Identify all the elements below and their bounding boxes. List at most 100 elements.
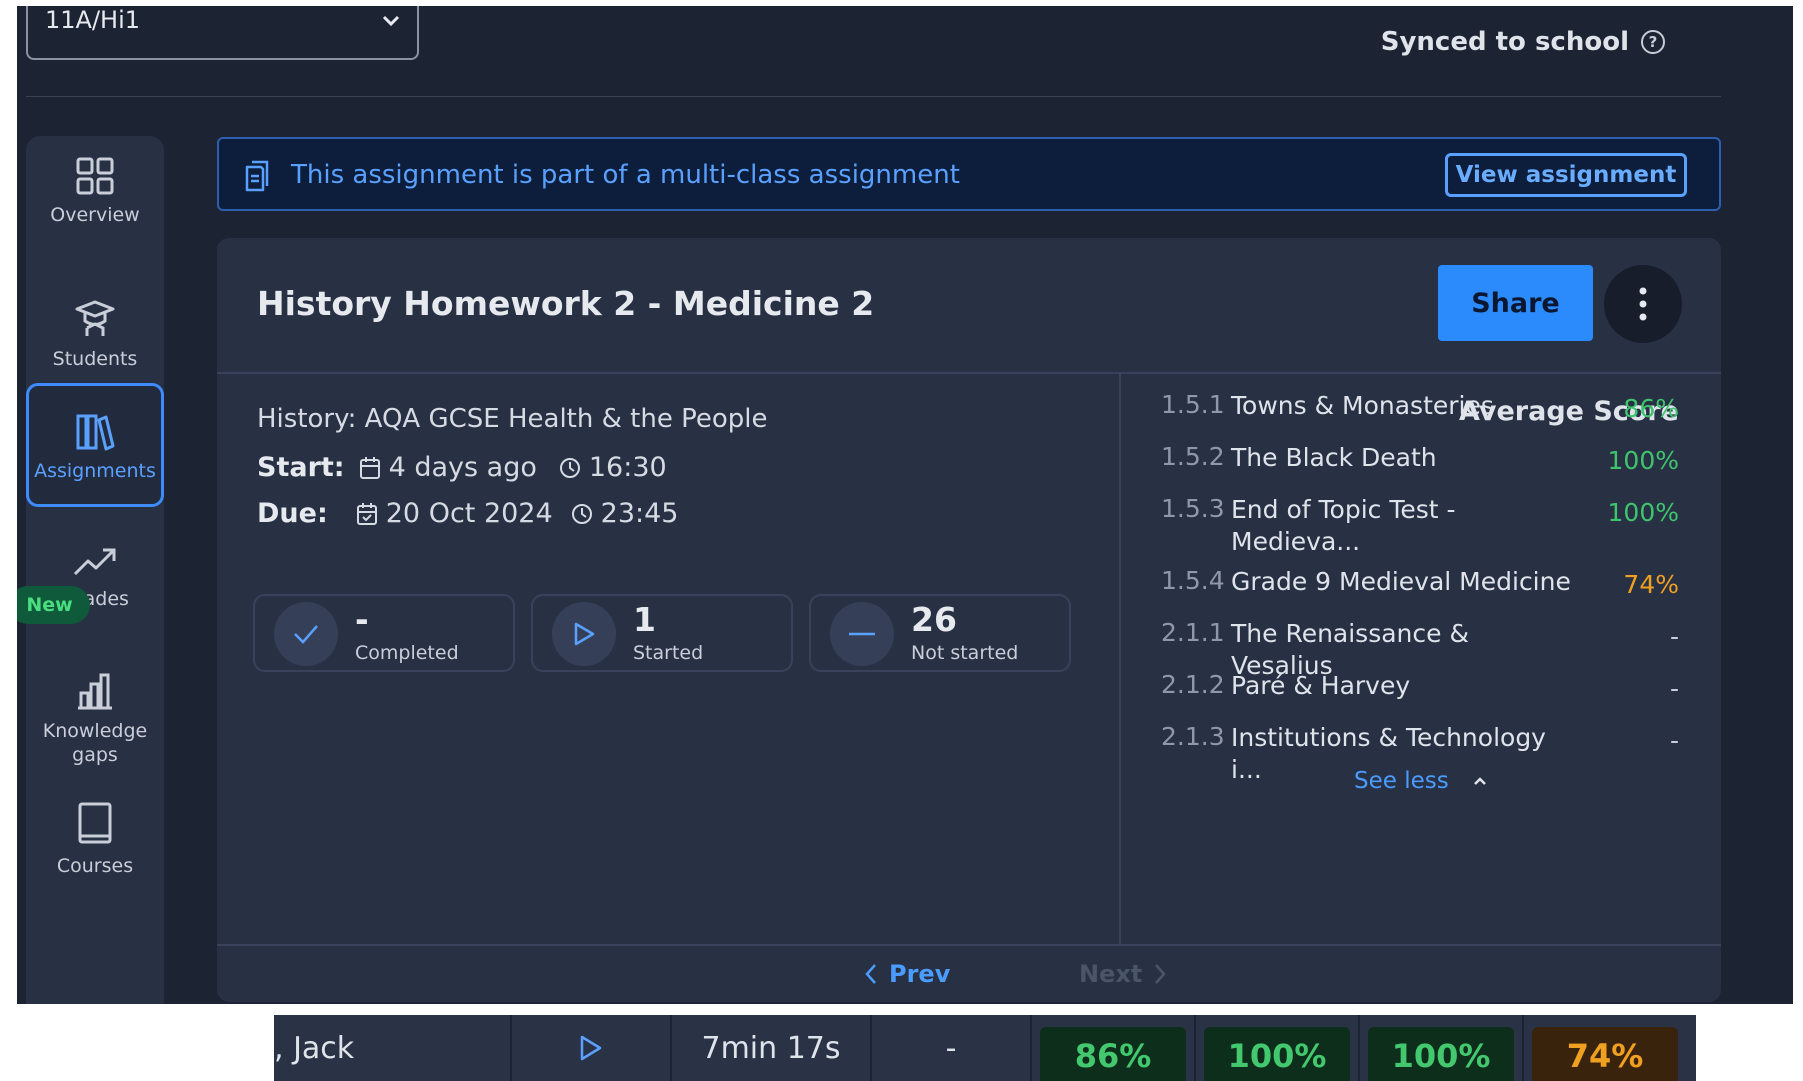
document-icon [245, 160, 269, 192]
more-options-button[interactable] [1604, 265, 1682, 343]
stat-icon-circle [552, 602, 616, 666]
score-pill: 100% [1204, 1027, 1350, 1081]
minus-icon [849, 632, 875, 636]
stat-completed: - Completed [253, 594, 515, 672]
pager: Prev Next [217, 958, 1721, 998]
class-selector-value: 11A/Hi1 [45, 6, 141, 34]
start-label: Start: [257, 452, 345, 483]
next-button[interactable]: Next [1079, 960, 1167, 988]
sidebar: Overview Students Assignments Grades Kno… [26, 136, 164, 1004]
cell-divider [1194, 1015, 1196, 1081]
sidebar-item-courses[interactable]: Courses [26, 801, 164, 911]
calendar-check-icon [356, 502, 377, 525]
play-icon [580, 1035, 602, 1061]
class-selector[interactable]: 11A/Hi1 [26, 6, 419, 60]
sidebar-item-label: Overview [50, 204, 140, 226]
sidebar-item-knowledge-gaps[interactable]: Knowledge gaps [26, 671, 164, 781]
sidebar-item-label: Knowledge gaps [42, 720, 148, 766]
stat-value: 26 [911, 600, 957, 639]
due-label: Due: [257, 498, 328, 529]
due-date: 20 Oct 2024 [385, 498, 553, 529]
sidebar-item-label: Assignments [34, 460, 156, 482]
grid-icon [76, 157, 114, 195]
time-cell: 7min 17s [672, 1015, 870, 1081]
course-name: History: AQA GCSE Health & the People [257, 404, 768, 434]
score-pill: 74% [1532, 1027, 1678, 1081]
see-less-link[interactable]: See less [1354, 768, 1487, 794]
start-date: 4 days ago [388, 452, 537, 483]
chevron-right-icon [1155, 964, 1167, 984]
completed-value: - [945, 1030, 957, 1066]
sync-status: Synced to school ? [1381, 27, 1665, 57]
cell-divider [1030, 1015, 1032, 1081]
banner-text: This assignment is part of a multi-class… [291, 160, 960, 190]
cell-divider [1522, 1015, 1524, 1081]
multi-class-banner: This assignment is part of a multi-class… [217, 137, 1721, 211]
column-divider [1119, 374, 1121, 944]
topic-name: Towns & Monasteries [1231, 391, 1494, 420]
share-button[interactable]: Share [1438, 265, 1593, 341]
new-badge: New [17, 586, 90, 624]
cell-divider [1358, 1015, 1360, 1081]
topic-code: 1.5.1 [1161, 390, 1225, 419]
bar-chart-icon [78, 673, 112, 710]
assignment-card: History Homework 2 - Medicine 2 Share Hi… [217, 238, 1721, 1002]
stat-caption: Not started [911, 642, 1019, 664]
student-name-cell: , Jack [274, 1015, 510, 1081]
topic-code: 1.5.4 [1161, 566, 1225, 595]
start-line: Start: 4 days ago 16:30 [257, 452, 667, 483]
status-cell [512, 1015, 670, 1081]
sidebar-item-overview[interactable]: Overview [26, 156, 164, 266]
synced-label: Synced to school [1380, 27, 1629, 57]
topic-score: 100% [1607, 498, 1679, 527]
sidebar-item-label: Courses [56, 855, 134, 877]
topic-code: 2.1.3 [1161, 722, 1225, 751]
topic-name: End of Topic Test - Medieva... [1231, 495, 1456, 556]
score-pill: 100% [1368, 1027, 1514, 1081]
kebab-menu-icon [1639, 287, 1647, 321]
stat-value: 1 [633, 600, 656, 639]
topic-name: The Black Death [1231, 443, 1437, 472]
chevron-left-icon [865, 964, 876, 984]
stat-not-started: 26 Not started [809, 594, 1071, 672]
assignment-title: History Homework 2 - Medicine 2 [257, 284, 875, 323]
footer-divider [217, 944, 1721, 946]
stat-value: - [355, 600, 369, 639]
clock-icon [559, 457, 580, 478]
topic-code: 1.5.2 [1161, 442, 1225, 471]
stat-icon-circle [274, 602, 338, 666]
due-line: Due: 20 Oct 2024 23:45 [257, 498, 678, 529]
help-icon[interactable]: ? [1641, 30, 1665, 54]
stat-caption: Started [633, 642, 704, 664]
chevron-down-icon [382, 15, 400, 27]
prev-label: Prev [889, 960, 951, 988]
topic-name: Paré & Harvey [1231, 671, 1411, 700]
chevron-up-icon [1473, 777, 1486, 785]
top-divider [26, 96, 1721, 97]
topic-name: Grade 9 Medieval Medicine [1231, 567, 1571, 596]
play-icon [574, 622, 595, 646]
due-time: 23:45 [600, 498, 679, 529]
header-divider [217, 372, 1721, 374]
sidebar-item-label: Students [52, 348, 138, 370]
trend-up-icon [73, 548, 116, 576]
student-row[interactable]: , Jack 7min 17s - 86% 100% 100% 74% [274, 1015, 1696, 1081]
completed-cell: - [872, 1015, 1030, 1081]
stat-icon-circle [830, 602, 894, 666]
stat-caption: Completed [355, 642, 459, 664]
books-icon [76, 414, 115, 451]
clock-icon [571, 503, 592, 524]
student-name: , Jack [274, 1030, 355, 1066]
topic-code: 1.5.3 [1161, 494, 1225, 523]
book-icon [78, 802, 112, 844]
stat-started: 1 Started [531, 594, 793, 672]
score-pill: 86% [1040, 1027, 1186, 1081]
topic-code: 2.1.1 [1161, 618, 1225, 647]
sidebar-item-assignments[interactable]: Assignments [26, 383, 164, 507]
topic-score: - [1669, 726, 1679, 755]
view-assignment-button[interactable]: View assignment [1445, 153, 1687, 197]
prev-button[interactable]: Prev [865, 960, 950, 988]
app-window: 11A/Hi1 Synced to school ? Overview Stud… [17, 6, 1793, 1004]
topic-score: - [1669, 622, 1679, 651]
topic-score: 86% [1623, 394, 1679, 423]
